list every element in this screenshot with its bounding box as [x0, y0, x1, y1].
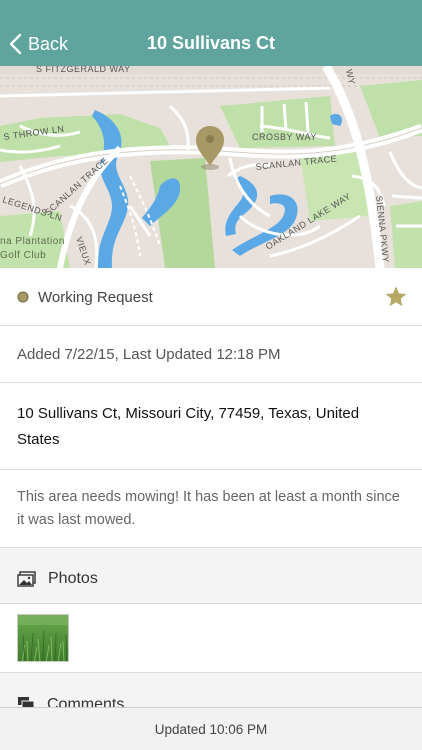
map-label-fitzgerald: S FITZGERALD WAY: [36, 66, 131, 74]
status-label: Working Request: [38, 289, 153, 306]
map-label-plantation-1: na Plantation: [0, 236, 65, 247]
last-updated-status: Updated 10:06 PM: [154, 722, 268, 737]
map-label-crosby: CROSBY WAY: [252, 132, 317, 142]
photos-section-label: Photos: [48, 570, 98, 587]
page-title: 10 Sullivans Ct: [146, 33, 276, 53]
request-dates: Added 7/22/15, Last Updated 12:18 PM: [17, 346, 281, 363]
favorite-star-icon[interactable]: [384, 285, 408, 309]
photos-icon: [17, 571, 36, 587]
photo-thumbnail[interactable]: [17, 614, 69, 662]
location-map[interactable]: S FITZGERALD WAY S THROW LN CROSBY WAY S…: [0, 66, 422, 268]
navigation-bar: Back 10 Sullivans Ct: [0, 0, 422, 66]
status-indicator-icon: [17, 291, 29, 303]
map-label-wy: WY: [344, 68, 357, 85]
map-label-plantation-2: Golf Club: [0, 250, 46, 261]
request-address: 10 Sullivans Ct, Missouri City, 77459, T…: [17, 405, 360, 448]
request-description: This area needs mowing! It has been at l…: [17, 489, 400, 528]
